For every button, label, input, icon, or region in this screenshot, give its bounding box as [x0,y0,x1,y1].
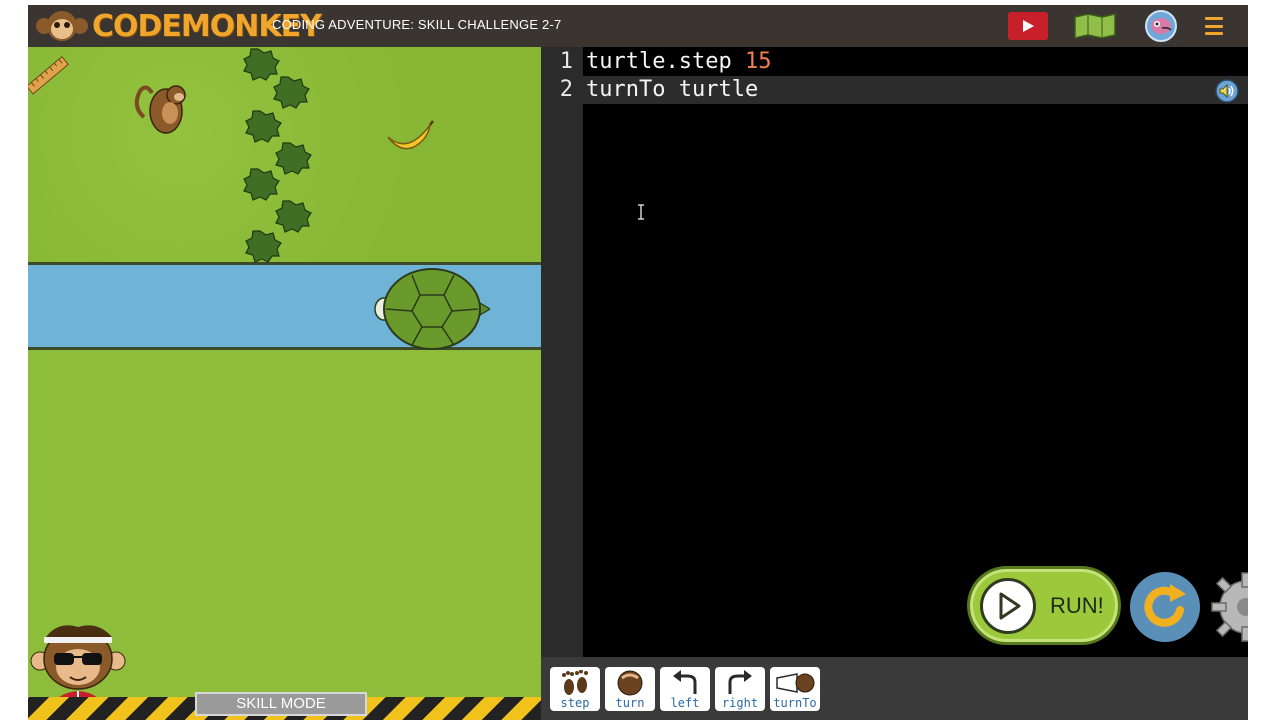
map-icon [1074,13,1116,39]
ruler-icon[interactable] [28,53,70,95]
speaker-icon[interactable] [1214,79,1240,103]
tool-label: turnTo [773,696,817,710]
reset-button[interactable] [1130,572,1200,642]
footprints-icon [555,670,595,696]
menu-bar [1205,17,1223,20]
run-button[interactable]: RUN! [967,566,1121,645]
text-cursor-icon [638,204,644,220]
code-line-2[interactable]: turnTo turtle [586,76,758,104]
video-play-icon [1023,20,1034,32]
settings-button[interactable] [1210,571,1248,643]
map-button[interactable] [1074,12,1116,40]
bush-column [243,48,312,263]
tool-label: step [560,696,590,710]
game-canvas[interactable]: SKILL MODE [28,47,541,720]
monkey-turn-icon [610,670,650,696]
tool-step-button[interactable]: step [550,667,600,711]
tool-turnto-button[interactable]: turnTo [770,667,820,711]
turnto-icon [775,670,815,696]
banana-sprite [387,120,434,150]
tool-label: left [670,696,700,710]
line-number: 1 [559,49,573,74]
run-label: RUN! [1050,592,1104,618]
code-text: turtle.step [586,49,745,74]
line-number-gutter [541,47,583,657]
menu-bar [1205,24,1223,28]
code-line-1[interactable]: turtle.step 15 [586,48,771,76]
right-arrow-icon [720,670,760,696]
gear-icon [1211,572,1248,642]
left-arrow-icon [665,670,705,696]
tool-label: turn [615,696,645,710]
turtle-sprite [374,268,490,350]
tool-turn-button[interactable]: turn [605,667,655,711]
code-editor[interactable]: 1 turtle.step 15 2 turnTo turtle [541,47,1248,657]
skill-mode-label: SKILL MODE [195,692,367,716]
tool-left-button[interactable]: left [660,667,710,711]
command-toolbar: step turn left right turnTo [541,657,1248,720]
top-bar: CODEMONKEY CODING ADVENTURE: SKILL CHALL… [28,5,1248,47]
monkey-sprite [134,85,186,134]
reset-arrow-icon [1144,584,1186,627]
number-token: 15 [744,49,772,74]
codemonkey-app: CODEMONKEY CODING ADVENTURE: SKILL CHALL… [28,5,1248,720]
hamburger-menu-icon[interactable] [1202,17,1226,35]
avatar-icon [1145,10,1177,42]
monkey-logo-icon [34,9,90,43]
level-title: CODING ADVENTURE: SKILL CHALLENGE 2-7 [272,17,562,32]
line-number: 2 [559,77,573,102]
menu-bar [1205,32,1223,35]
play-icon [980,577,1036,634]
video-button[interactable] [1008,12,1048,40]
tool-right-button[interactable]: right [715,667,765,711]
avatar-button[interactable] [1144,10,1178,42]
tool-label: right [721,696,759,710]
code-text: turnTo turtle [586,77,759,102]
